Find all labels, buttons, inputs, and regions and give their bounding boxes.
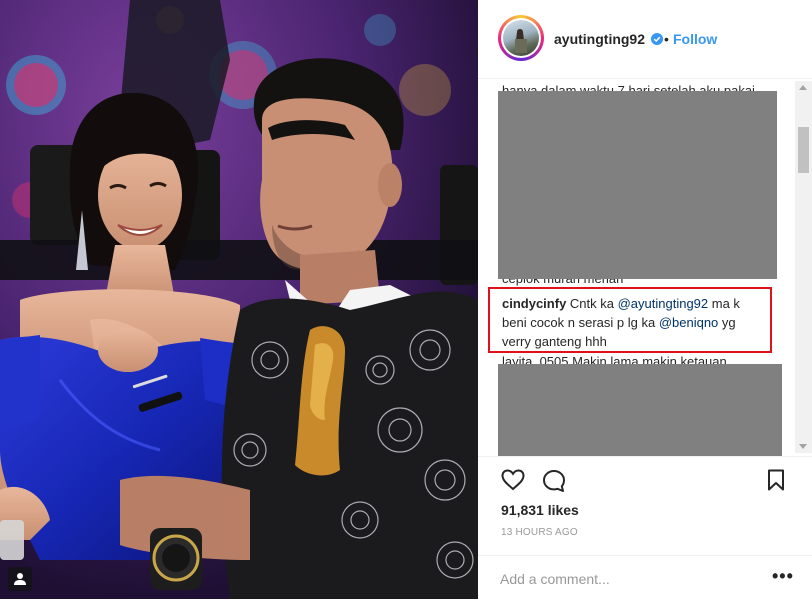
verified-badge-icon <box>651 32 663 50</box>
comment-text: Cntk ka <box>566 296 618 311</box>
photo-illustration <box>0 0 478 599</box>
avatar[interactable] <box>498 15 544 61</box>
comment-line-2: beni cocok n serasi p lg ka @beniqno yg <box>502 315 736 330</box>
add-comment-row: ••• <box>478 555 812 601</box>
more-options-icon[interactable]: ••• <box>772 566 794 587</box>
comment-icon[interactable] <box>542 469 566 498</box>
mention-link[interactable]: @ayutingting92 <box>618 296 709 311</box>
post-timestamp[interactable]: 13 HOURS AGO <box>501 527 578 538</box>
likes-count[interactable]: 91,831 likes <box>501 502 579 518</box>
user-tag-icon[interactable] <box>8 567 32 591</box>
redacted-comment-block <box>498 91 777 279</box>
mention-link[interactable]: @beniqno <box>659 315 718 330</box>
scrollbar-thumb[interactable] <box>798 127 809 173</box>
separator-dot: • <box>664 31 669 47</box>
post-sidebar: ayutingting92 • Follow hanya dalam waktu… <box>478 0 812 599</box>
redacted-comment-block <box>498 364 782 456</box>
post-photo[interactable] <box>0 0 478 599</box>
bookmark-icon[interactable] <box>767 469 785 496</box>
username-link[interactable]: ayutingting92 <box>554 31 645 47</box>
comment-text: yg <box>718 315 736 330</box>
scroll-up-arrow-icon[interactable] <box>799 85 807 90</box>
heart-icon[interactable] <box>501 469 525 496</box>
follow-button[interactable]: Follow <box>673 31 717 47</box>
highlighted-comment: cindycinfy Cntk ka @ayutingting92 ma k b… <box>488 287 772 353</box>
comment-text: beni cocok n serasi p lg ka <box>502 315 659 330</box>
comments-list[interactable]: hanya dalam waktu 7 hari setelah aku pak… <box>478 79 812 456</box>
comment-line-1: cindycinfy Cntk ka @ayutingting92 ma k <box>502 296 740 311</box>
post-header: ayutingting92 • Follow <box>478 0 812 79</box>
comment-text: ma k <box>708 296 740 311</box>
comment-username[interactable]: cindycinfy <box>502 296 566 311</box>
scroll-down-arrow-icon[interactable] <box>799 444 807 449</box>
comment-line-3: verry ganteng hhh <box>502 334 607 349</box>
post-actions: 91,831 likes 13 HOURS AGO ••• <box>478 456 812 600</box>
avatar-image <box>503 20 539 56</box>
add-comment-input[interactable] <box>500 569 750 589</box>
comments-scrollbar[interactable] <box>795 81 812 453</box>
